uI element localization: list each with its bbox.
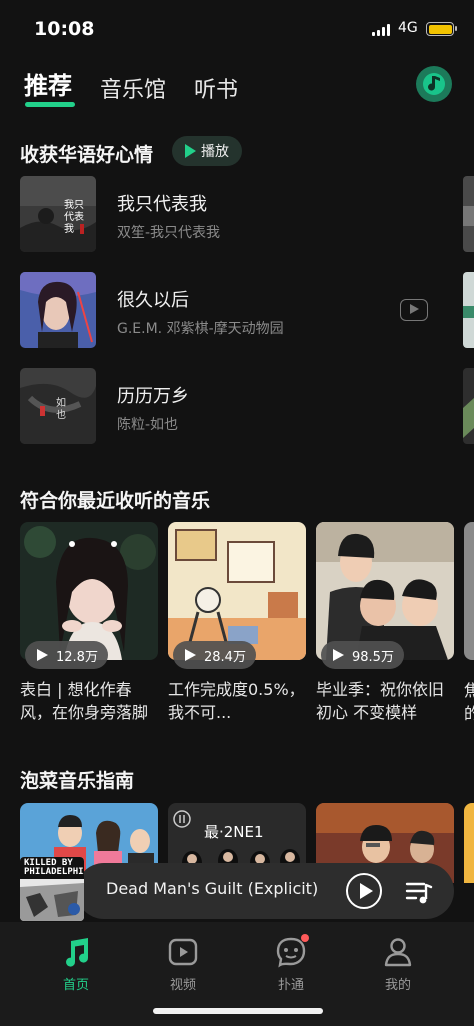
play-all-label: 播放 [201, 144, 229, 160]
playlist-description-peek: 焦的 [464, 681, 474, 723]
music-logo-icon[interactable] [416, 66, 452, 102]
play-count: 28.4万 [204, 649, 246, 665]
profile-icon [382, 936, 414, 968]
play-count: 98.5万 [352, 649, 394, 665]
play-icon [37, 649, 48, 661]
nav-label: 我的 [384, 978, 411, 993]
notification-dot [301, 934, 309, 942]
play-pause-button[interactable] [346, 873, 382, 909]
playlist-card-peek [464, 522, 474, 660]
guide-card-peek [464, 803, 474, 883]
playlist-cover [168, 522, 306, 660]
section-title-kpop: 泡菜音乐指南 [20, 770, 135, 792]
playlist-description: 表白 | 想化作春风，在你身旁落脚 [20, 680, 149, 722]
video-play-icon [167, 936, 199, 968]
song-title: 很久以后 [117, 290, 189, 311]
play-count: 12.8万 [56, 649, 98, 665]
song-item[interactable]: 很久以后 G.E.M. 邓紫棋-摩天动物园 [20, 272, 460, 348]
song-subtitle: G.E.M. 邓紫棋-摩天动物园 [117, 321, 284, 337]
song-cover: 如也 [20, 368, 96, 444]
play-count-badge: 98.5万 [321, 641, 404, 669]
play-all-button[interactable]: 播放 [172, 136, 242, 166]
song-cover [20, 272, 96, 348]
play-count-badge: 28.4万 [173, 641, 256, 669]
nav-putong[interactable]: 扑通 [251, 934, 331, 993]
play-icon [333, 649, 344, 661]
cover-title-text: 如也 [56, 398, 66, 421]
tab-recommend[interactable]: 推荐 [24, 66, 72, 101]
network-type: 4G [398, 20, 418, 36]
next-page-peek [463, 368, 474, 444]
next-page-peek [463, 272, 474, 348]
nav-profile[interactable]: 我的 [358, 936, 438, 993]
nav-video[interactable]: 视频 [143, 936, 223, 993]
cover-title-text: 我只代表我 [64, 200, 84, 235]
now-playing-title: Dead Man's Guilt (Explicit) [106, 879, 319, 898]
tab-audiobooks[interactable]: 听书 [194, 72, 238, 104]
status-bar: 10:08 4G [0, 0, 474, 58]
nav-label: 首页 [62, 978, 89, 993]
mini-player[interactable]: Dead Man's Guilt (Explicit) [76, 863, 454, 919]
playlist-cover [20, 522, 158, 660]
signal-icon [372, 24, 392, 36]
nav-label: 视频 [169, 978, 196, 993]
playlist-cover [316, 522, 454, 660]
playlist-description: 毕业季：祝你依旧初心 不变模样 [316, 680, 445, 722]
next-page-peek [463, 176, 474, 252]
tab-music-hall[interactable]: 音乐馆 [100, 72, 166, 104]
mv-video-icon[interactable] [400, 299, 428, 321]
playlist-queue-icon[interactable] [404, 877, 434, 907]
play-icon [185, 649, 196, 661]
song-subtitle: 双笙-我只代表我 [117, 225, 221, 241]
cover-title-text: KILLED BY PHILADELPHIA [24, 858, 84, 877]
nav-home[interactable]: 首页 [36, 936, 116, 993]
song-title: 历历万乡 [117, 386, 189, 407]
play-count-badge: 12.8万 [25, 641, 108, 669]
guide-title: 最·2NE1 [204, 823, 264, 841]
song-item[interactable]: 如也 历历万乡 陈粒-如也 [20, 368, 460, 444]
music-note-icon [60, 936, 92, 968]
battery-icon [426, 22, 457, 36]
status-time: 10:08 [34, 18, 95, 40]
song-cover: 我只代表我 [20, 176, 96, 252]
nav-label: 扑通 [277, 978, 304, 993]
song-title: 我只代表我 [117, 194, 207, 215]
song-subtitle: 陈粒-如也 [117, 417, 179, 433]
song-item[interactable]: 我只代表我 我只代表我 双笙-我只代表我 [20, 176, 460, 252]
playlist-description: 工作完成度0.5%，我不可... [168, 680, 305, 722]
section-title-recent: 符合你最近收听的音乐 [20, 490, 211, 512]
active-tab-indicator [25, 102, 75, 107]
chat-face-icon [275, 934, 309, 968]
now-playing-cover[interactable]: KILLED BY PHILADELPHIA [20, 857, 84, 921]
play-icon [185, 144, 196, 158]
section-title-mood: 收获华语好心情 [20, 144, 154, 166]
home-indicator [153, 1008, 323, 1014]
